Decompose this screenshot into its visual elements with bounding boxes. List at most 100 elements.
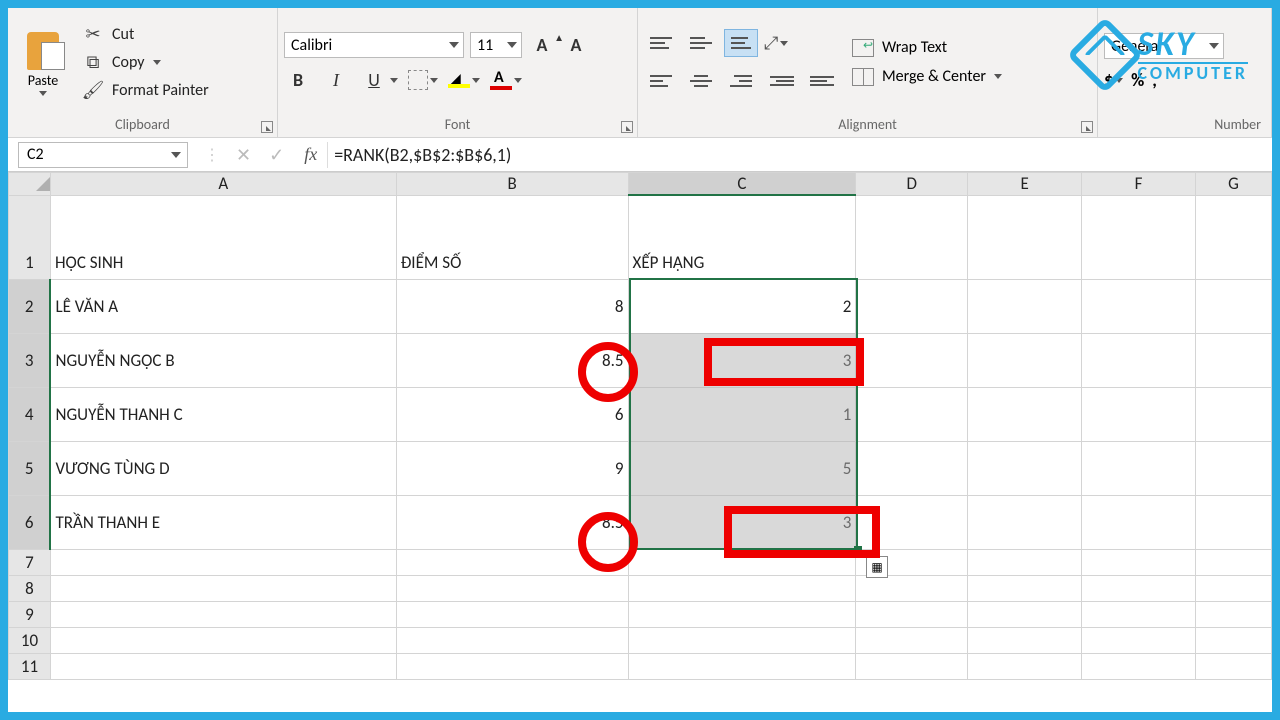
cell[interactable] — [1196, 495, 1272, 549]
bold-button[interactable]: B — [284, 68, 312, 92]
cell[interactable] — [1082, 495, 1196, 549]
row-header[interactable]: 8 — [9, 575, 51, 601]
italic-button[interactable]: I — [322, 68, 350, 92]
fx-icon[interactable]: fx — [294, 144, 327, 165]
decrease-font-button[interactable]: A — [562, 33, 590, 57]
cell[interactable] — [1196, 627, 1272, 653]
align-middle-button[interactable] — [684, 29, 718, 57]
spreadsheet-grid[interactable]: A B C D E F G 1 HỌC SINH ĐIỂM SỐ XẾP HẠN… — [8, 172, 1272, 712]
row-header[interactable]: 11 — [9, 653, 51, 679]
cell[interactable]: 2 — [628, 279, 856, 333]
cell[interactable]: 9 — [396, 441, 628, 495]
align-left-button[interactable] — [644, 67, 678, 95]
cell[interactable] — [968, 653, 1082, 679]
cell[interactable] — [1082, 601, 1196, 627]
cell[interactable] — [50, 575, 396, 601]
cell[interactable] — [856, 195, 968, 279]
cell[interactable] — [856, 653, 968, 679]
alignment-dialog-launcher[interactable] — [1081, 121, 1093, 133]
cell[interactable] — [396, 575, 628, 601]
cell[interactable] — [1082, 575, 1196, 601]
cell[interactable] — [628, 575, 856, 601]
copy-dropdown-icon[interactable] — [153, 60, 161, 65]
row-header[interactable]: 10 — [9, 627, 51, 653]
cell[interactable]: 5 — [628, 441, 856, 495]
cell[interactable] — [1082, 441, 1196, 495]
align-bottom-button[interactable] — [724, 29, 758, 57]
cell[interactable] — [968, 575, 1082, 601]
cell[interactable] — [1082, 549, 1196, 575]
cell[interactable] — [1196, 549, 1272, 575]
cell[interactable] — [50, 627, 396, 653]
cell[interactable] — [968, 601, 1082, 627]
cell[interactable] — [50, 601, 396, 627]
cell[interactable] — [1196, 441, 1272, 495]
cell[interactable] — [856, 575, 968, 601]
underline-button[interactable]: U — [360, 68, 398, 92]
increase-indent-button[interactable] — [804, 67, 838, 95]
row-header[interactable]: 3 — [9, 333, 51, 387]
accounting-format-button[interactable]: $ — [1104, 69, 1123, 91]
cancel-formula-button[interactable]: ✕ — [236, 144, 251, 166]
cell[interactable] — [1082, 195, 1196, 279]
percent-format-button[interactable]: % — [1131, 69, 1144, 91]
cell[interactable] — [1196, 195, 1272, 279]
col-header-F[interactable]: F — [1082, 173, 1196, 196]
cell[interactable] — [968, 627, 1082, 653]
cell[interactable] — [50, 549, 396, 575]
cell[interactable]: 3 — [628, 495, 856, 549]
cell[interactable]: HỌC SINH — [50, 195, 396, 279]
cell[interactable] — [856, 549, 968, 575]
cell[interactable]: XẾP HẠNG — [628, 195, 856, 279]
font-color-button[interactable]: A — [490, 70, 522, 90]
cell[interactable] — [1196, 387, 1272, 441]
cell[interactable] — [1196, 333, 1272, 387]
cut-button[interactable]: ✂ Cut — [82, 23, 209, 45]
font-size-combo[interactable]: 11 — [470, 32, 522, 58]
cell[interactable] — [1082, 653, 1196, 679]
cell[interactable] — [856, 279, 968, 333]
cell[interactable] — [628, 601, 856, 627]
copy-button[interactable]: ⧉ Copy — [82, 51, 209, 73]
align-center-button[interactable] — [684, 67, 718, 95]
col-header-A[interactable]: A — [50, 173, 396, 196]
cell[interactable] — [968, 387, 1082, 441]
cell[interactable]: 8.5 — [396, 495, 628, 549]
cell[interactable] — [856, 387, 968, 441]
orientation-button[interactable]: ⤢ — [764, 32, 788, 54]
cell[interactable] — [1082, 387, 1196, 441]
cell[interactable] — [968, 333, 1082, 387]
row-header[interactable]: 6 — [9, 495, 51, 549]
merge-center-button[interactable]: Merge & Center — [852, 67, 1002, 86]
fill-color-button[interactable]: ◢ — [448, 72, 480, 88]
formula-input[interactable]: =RANK(B2,$B$2:$B$6,1) — [327, 142, 1272, 168]
cell[interactable] — [1082, 279, 1196, 333]
row-header[interactable]: 9 — [9, 601, 51, 627]
enter-formula-button[interactable]: ✓ — [269, 144, 284, 166]
row-header[interactable]: 4 — [9, 387, 51, 441]
cell[interactable] — [396, 653, 628, 679]
cell[interactable]: NGUYỄN THANH C — [50, 387, 396, 441]
cell[interactable] — [968, 495, 1082, 549]
cell[interactable] — [1196, 575, 1272, 601]
col-header-G[interactable]: G — [1196, 173, 1272, 196]
cell[interactable] — [396, 549, 628, 575]
cell[interactable] — [856, 601, 968, 627]
cell[interactable] — [396, 627, 628, 653]
select-all-corner[interactable] — [9, 173, 51, 196]
paste-dropdown-icon[interactable] — [39, 91, 47, 96]
comma-format-button[interactable]: , — [1152, 69, 1157, 91]
row-header[interactable]: 7 — [9, 549, 51, 575]
cell[interactable] — [1082, 627, 1196, 653]
cell[interactable] — [856, 441, 968, 495]
align-right-button[interactable] — [724, 67, 758, 95]
col-header-B[interactable]: B — [396, 173, 628, 196]
cell[interactable]: 6 — [396, 387, 628, 441]
name-box[interactable]: C2 — [18, 142, 188, 168]
row-header[interactable]: 2 — [9, 279, 51, 333]
col-header-C[interactable]: C — [628, 173, 856, 196]
cell[interactable] — [628, 653, 856, 679]
cell[interactable] — [856, 495, 968, 549]
cell[interactable] — [856, 333, 968, 387]
cell[interactable]: VƯƠNG TÙNG D — [50, 441, 396, 495]
